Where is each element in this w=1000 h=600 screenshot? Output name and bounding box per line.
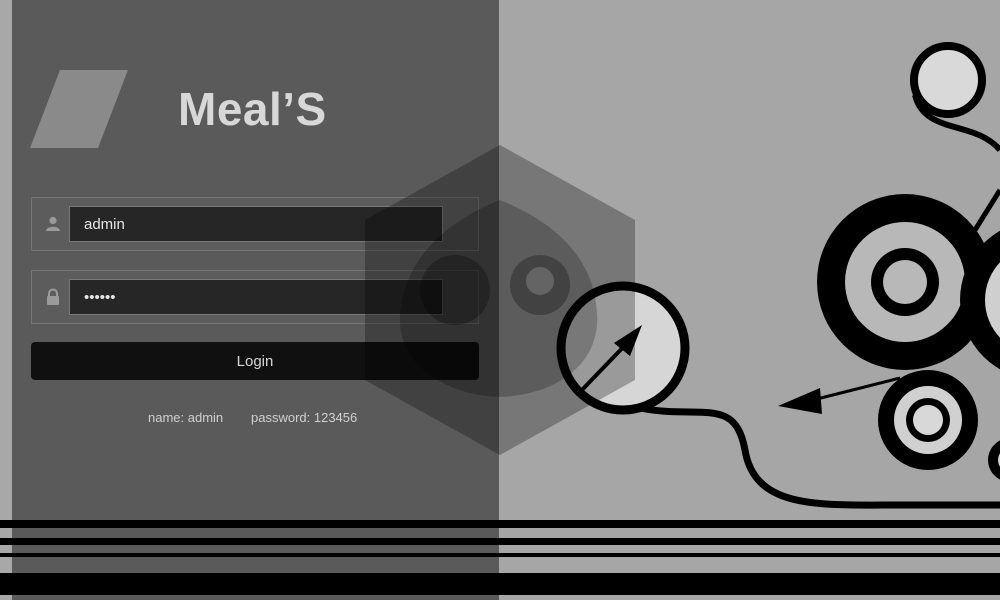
password-field-group [31,270,479,324]
login-page: Meal’S Login name: admin password: 12345… [0,0,1000,600]
left-edge-strip [0,0,12,600]
app-title: Meal’S [178,83,327,135]
username-field-group [31,197,479,251]
username-input[interactable] [69,206,443,242]
slash-logo-icon [30,70,128,148]
login-button[interactable]: Login [31,342,479,380]
hint-username: name: admin [148,410,224,425]
lock-icon [47,288,59,305]
user-icon [46,216,60,231]
password-input[interactable] [69,279,443,315]
hint-password: password: 123456 [251,410,358,425]
